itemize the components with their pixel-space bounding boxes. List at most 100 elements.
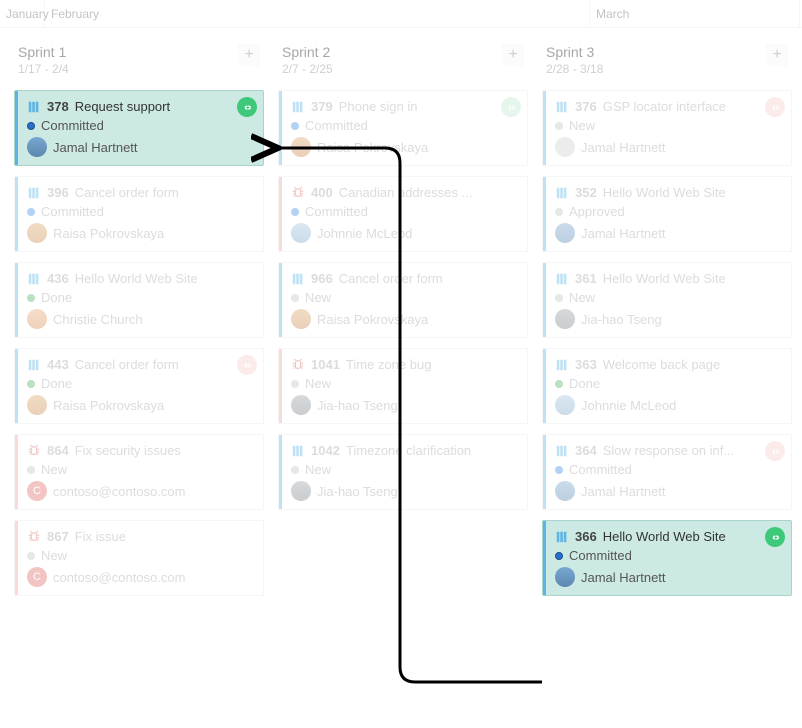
state-dot [27,208,35,216]
assignee-name: Jia-hao Tseng [317,398,398,413]
work-item-card[interactable]: 443Cancel order formDoneRaisa Pokrovskay… [14,348,264,424]
work-item-id: 361 [575,271,597,286]
state-dot [555,380,563,388]
avatar [555,567,575,587]
add-card-button[interactable]: + [238,44,260,66]
state-label: Done [41,290,72,305]
work-item-card[interactable]: 376GSP locator interfaceNewJamal Hartnet… [542,90,792,166]
state-label: New [305,462,331,477]
state-dot [27,552,35,560]
work-item-card[interactable]: 400Canadian addresses ...CommittedJohnni… [278,176,528,252]
bug-icon [291,186,305,200]
sprint-title: Sprint 2 [282,44,333,60]
work-item-id: 864 [47,443,69,458]
assignee-name: Johnnie McLeod [317,226,412,241]
work-item-card[interactable]: 966Cancel order formNewRaisa Pokrovskaya [278,262,528,338]
backlog-icon [27,358,41,372]
card-stripe [543,177,546,251]
state-dot [27,466,35,474]
link-badge-icon[interactable] [237,97,257,117]
link-badge-icon[interactable] [765,441,785,461]
avatar [555,395,575,415]
work-item-title: Welcome back page [603,357,721,372]
card-stripe [543,521,546,595]
backlog-icon [555,186,569,200]
card-stripe [279,91,282,165]
state-label: Committed [41,118,104,133]
assignee-name: Jamal Hartnett [581,570,666,585]
work-item-id: 376 [575,99,597,114]
work-item-card[interactable]: 379Phone sign inCommittedRaisa Pokrovska… [278,90,528,166]
work-item-title: Hello World Web Site [603,271,726,286]
state-dot [291,208,299,216]
state-label: Done [569,376,600,391]
state-dot [555,294,563,302]
work-item-card[interactable]: 1041Time zone bugNewJia-hao Tseng [278,348,528,424]
work-item-card[interactable]: 378Request supportCommittedJamal Hartnet… [14,90,264,166]
assignee-name: Jia-hao Tseng [581,312,662,327]
work-item-card[interactable]: 436Hello World Web SiteDoneChristie Chur… [14,262,264,338]
work-item-card[interactable]: 396Cancel order formCommittedRaisa Pokro… [14,176,264,252]
card-stripe [15,263,18,337]
work-item-card[interactable]: 864Fix security issuesNewCcontoso@contos… [14,434,264,510]
work-item-title: Canadian addresses ... [339,185,473,200]
card-stripe [279,177,282,251]
avatar: C [27,481,47,501]
sprint-header: Sprint 11/17 - 2/4+ [14,38,264,90]
work-item-card[interactable]: 364Slow response on inf...CommittedJamal… [542,434,792,510]
add-card-button[interactable]: + [502,44,524,66]
state-label: New [305,290,331,305]
link-badge-icon[interactable] [501,97,521,117]
state-label: New [569,118,595,133]
sprint-column: Sprint 11/17 - 2/4+378Request supportCom… [14,38,264,606]
link-badge-icon[interactable] [765,527,785,547]
work-item-card[interactable]: 361Hello World Web SiteNewJia-hao Tseng [542,262,792,338]
card-stripe [15,91,18,165]
state-dot [555,552,563,560]
work-item-id: 966 [311,271,333,286]
link-badge-icon[interactable] [237,355,257,375]
state-dot [291,122,299,130]
work-item-title: Timezone clarification [346,443,471,458]
work-item-title: Slow response on inf... [603,443,735,458]
backlog-icon [291,100,305,114]
card-stripe [543,349,546,423]
avatar [291,481,311,501]
avatar: C [27,567,47,587]
work-item-id: 1041 [311,357,340,372]
work-item-card[interactable]: 867Fix issueNewCcontoso@contoso.com [14,520,264,596]
assignee-name: Raisa Pokrovskaya [53,398,164,413]
work-item-title: Fix issue [75,529,126,544]
assignee-name: contoso@contoso.com [53,484,185,499]
card-stripe [15,177,18,251]
month-label: March [590,0,800,27]
work-item-card[interactable]: 1042Timezone clarificationNewJia-hao Tse… [278,434,528,510]
avatar [291,223,311,243]
card-stripe [15,349,18,423]
add-card-button[interactable]: + [766,44,788,66]
state-dot [555,466,563,474]
work-item-title: Hello World Web Site [75,271,198,286]
work-item-card[interactable]: 352Hello World Web SiteApprovedJamal Har… [542,176,792,252]
avatar [555,137,575,157]
link-badge-icon[interactable] [765,97,785,117]
work-item-card[interactable]: 363Welcome back pageDoneJohnnie McLeod [542,348,792,424]
avatar [555,309,575,329]
state-label: Committed [569,462,632,477]
state-label: New [41,462,67,477]
work-item-card[interactable]: 366Hello World Web SiteCommittedJamal Ha… [542,520,792,596]
backlog-icon [555,358,569,372]
month-label: January [0,0,45,27]
avatar [27,395,47,415]
bug-icon [291,358,305,372]
sprint-header: Sprint 22/7 - 2/25+ [278,38,528,90]
assignee-name: contoso@contoso.com [53,570,185,585]
backlog-icon [555,530,569,544]
backlog-icon [27,100,41,114]
state-label: Committed [41,204,104,219]
backlog-icon [555,272,569,286]
work-item-id: 379 [311,99,333,114]
work-item-title: GSP locator interface [603,99,726,114]
work-item-id: 364 [575,443,597,458]
backlog-icon [27,186,41,200]
